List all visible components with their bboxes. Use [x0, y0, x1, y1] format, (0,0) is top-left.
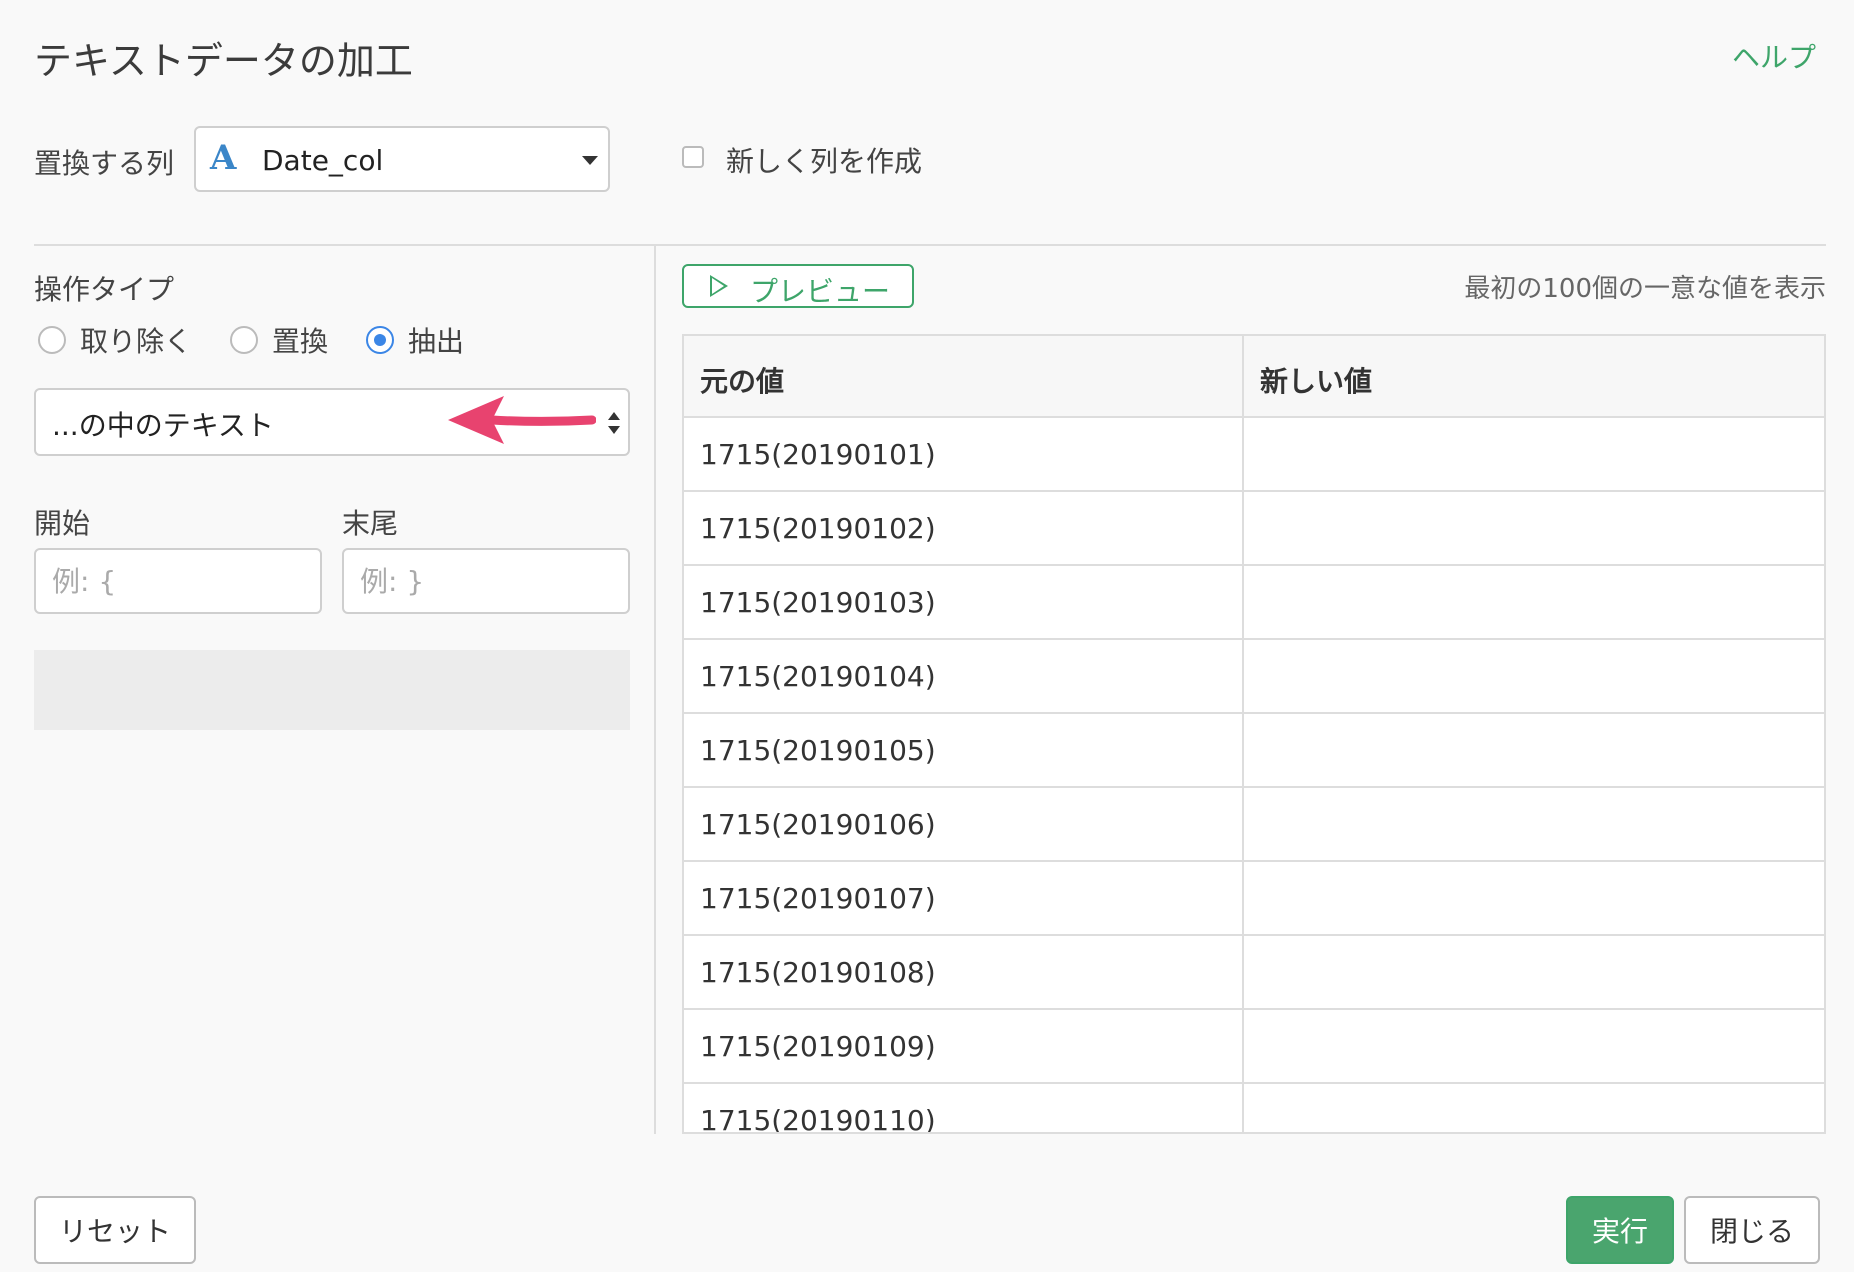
original-value-cell: 1715(20190102) — [700, 512, 936, 545]
table-header: 元の値 新しい値 — [684, 336, 1824, 418]
column-header-original: 元の値 — [700, 365, 785, 398]
run-button[interactable]: 実行 — [1566, 1196, 1674, 1264]
table-row: 1715(20190110) — [684, 1084, 1824, 1134]
original-value-cell: 1715(20190106) — [700, 808, 936, 841]
chevron-down-icon — [608, 426, 620, 434]
column-divider — [1242, 336, 1244, 1132]
start-label: 開始 — [34, 507, 91, 540]
result-placeholder-box — [34, 650, 630, 730]
table-row: 1715(20190106) — [684, 788, 1824, 862]
original-value-cell: 1715(20190101) — [700, 438, 936, 471]
table-row: 1715(20190109) — [684, 1010, 1824, 1084]
preview-note: 最初の100個の一意な値を表示 — [1464, 274, 1826, 304]
radio-extract[interactable] — [366, 326, 394, 354]
original-value-cell: 1715(20190104) — [700, 660, 936, 693]
chevron-down-icon — [582, 156, 598, 165]
original-value-cell: 1715(20190105) — [700, 734, 936, 767]
original-value-cell: 1715(20190109) — [700, 1030, 936, 1063]
column-select[interactable]: A Date_col — [194, 126, 610, 192]
original-value-cell: 1715(20190110) — [700, 1104, 936, 1134]
chevron-up-icon — [608, 412, 620, 420]
dialog-title: テキストデータの加工 — [34, 39, 413, 83]
extract-mode-value: ...の中のテキスト — [52, 409, 274, 442]
preview-button[interactable]: プレビュー — [682, 264, 914, 308]
table-row: 1715(20190103) — [684, 566, 1824, 640]
preview-table[interactable]: 元の値 新しい値 1715(20190101) 1715(20190102) 171… — [682, 334, 1826, 1134]
radio-remove-label[interactable]: 取り除く — [80, 320, 192, 360]
table-row: 1715(20190101) — [684, 418, 1824, 492]
divider-horizontal — [34, 244, 1826, 246]
table-row: 1715(20190107) — [684, 862, 1824, 936]
divider-vertical — [654, 244, 656, 1134]
close-button[interactable]: 閉じる — [1684, 1196, 1820, 1264]
end-input[interactable] — [342, 548, 630, 614]
radio-extract-label[interactable]: 抽出 — [408, 320, 464, 360]
preview-button-label: プレビュー — [750, 275, 891, 308]
table-row: 1715(20190105) — [684, 714, 1824, 788]
help-link[interactable]: ヘルプ — [1732, 36, 1816, 76]
radio-replace[interactable] — [230, 326, 258, 354]
table-row: 1715(20190104) — [684, 640, 1824, 714]
text-type-icon: A — [210, 138, 237, 178]
table-row: 1715(20190102) — [684, 492, 1824, 566]
new-column-label: 新しく列を作成 — [726, 145, 923, 178]
radio-replace-label[interactable]: 置換 — [272, 320, 328, 360]
reset-button[interactable]: リセット — [34, 1196, 196, 1264]
play-icon — [710, 275, 728, 297]
annotation-arrow-icon — [448, 396, 596, 444]
original-value-cell: 1715(20190103) — [700, 586, 936, 619]
table-row: 1715(20190108) — [684, 936, 1824, 1010]
original-value-cell: 1715(20190107) — [700, 882, 936, 915]
end-label: 末尾 — [342, 507, 399, 540]
column-select-value: Date_col — [262, 144, 384, 177]
new-column-checkbox[interactable] — [682, 146, 704, 168]
start-input[interactable] — [34, 548, 322, 614]
column-header-new: 新しい値 — [1260, 365, 1373, 398]
original-value-cell: 1715(20190108) — [700, 956, 936, 989]
operation-type-label: 操作タイプ — [34, 273, 175, 306]
column-select-label: 置換する列 — [34, 147, 175, 180]
radio-remove[interactable] — [38, 326, 66, 354]
